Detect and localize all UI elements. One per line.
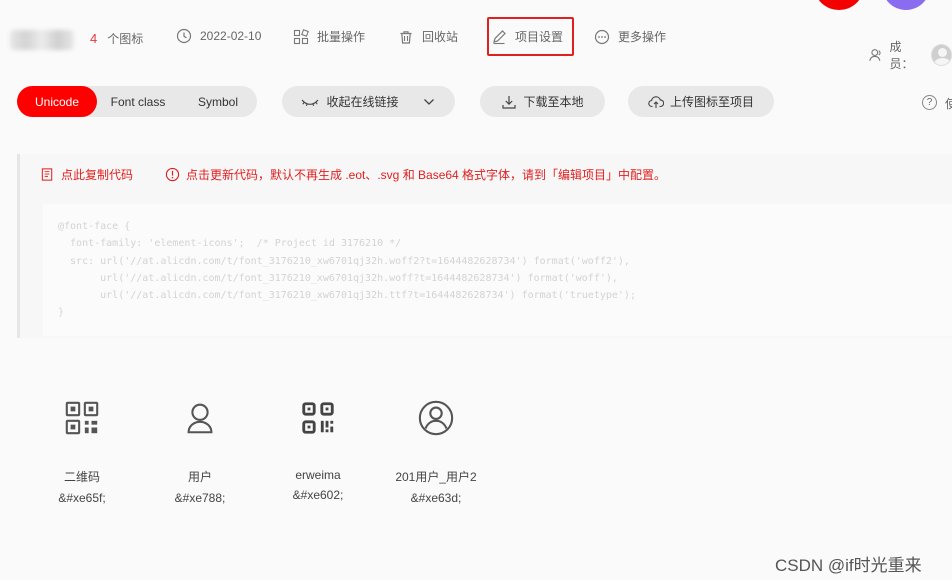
icon-item[interactable]: 二维码 &#xe65f;: [23, 398, 141, 505]
copy-code-label: 点此复制代码: [61, 168, 134, 182]
update-code-label: 点击更新代码，默认不再生成 .eot、.svg 和 Base64 格式字体，请到…: [186, 168, 667, 182]
icon-count-label: 个图标: [107, 32, 144, 46]
icon-item[interactable]: 用户 &#xe788;: [141, 398, 259, 505]
more-dots-icon: [594, 29, 610, 44]
font-face-code-block[interactable]: @font-face { font-family: 'element-icons…: [43, 204, 952, 336]
icon-code: &#xe602;: [292, 488, 344, 502]
member-avatar[interactable]: [930, 44, 952, 66]
iconfont-project-page: 4 个图标 2022-02-10 批量操作 回收站 项目设置 更多操作 成员： …: [0, 0, 952, 580]
code-line: src: url('//at.alicdn.com/t/font_3176210…: [58, 255, 630, 267]
icon-name: 用户: [187, 470, 212, 484]
code-line: url('//at.alicdn.com/t/font_3176210_xw67…: [58, 272, 618, 284]
icon-count: 4 个图标: [90, 30, 143, 47]
icon-count-number: 4: [90, 31, 98, 46]
batch-operation-button[interactable]: 批量操作: [293, 28, 365, 45]
qrcode-icon: [62, 398, 102, 438]
tab-font-class[interactable]: Font class: [97, 86, 179, 117]
copy-document-icon: [41, 168, 53, 181]
collapse-online-link-button[interactable]: 收起在线链接: [282, 86, 455, 117]
icon-name: 201用户_用户2: [395, 470, 477, 484]
user-icon: [180, 398, 220, 438]
members-label: 成员：: [889, 40, 914, 71]
created-date-text: 2022-02-10: [200, 29, 262, 43]
update-code-link[interactable]: 点击更新代码，默认不再生成 .eot、.svg 和 Base64 格式字体，请到…: [165, 166, 666, 183]
code-line: font-family: 'element-icons'; /* Project…: [58, 238, 402, 250]
cloud-upload-icon: [648, 95, 664, 108]
batch-operation-label: 批量操作: [317, 30, 366, 44]
code-line: @font-face {: [58, 221, 131, 232]
upload-icons-label: 上传图标至项目: [669, 95, 754, 109]
more-operations-label: 更多操作: [618, 30, 667, 44]
upload-icons-button[interactable]: 上传图标至项目: [628, 86, 774, 117]
members[interactable]: 成员：: [868, 38, 952, 72]
collapse-online-link-label: 收起在线链接: [326, 95, 399, 109]
avatar-purple[interactable]: [882, 0, 930, 10]
project-name-blurred: [10, 30, 74, 50]
more-operations-button[interactable]: 更多操作: [594, 28, 666, 45]
tab-symbol[interactable]: Symbol: [179, 86, 257, 117]
help-icon[interactable]: ?: [922, 95, 937, 110]
user-circle-icon: [416, 398, 456, 438]
alert-circle-icon: [165, 167, 180, 182]
trash-icon: [400, 30, 412, 44]
icon-name: erweima: [295, 468, 341, 482]
icon-list: 二维码 &#xe65f; 用户 &#xe788; erweima &#xe602…: [23, 398, 495, 505]
eye-closed-icon: [302, 99, 319, 106]
icon-item[interactable]: erweima &#xe602;: [259, 398, 377, 505]
download-local-label: 下载至本地: [523, 95, 584, 109]
avatar-red[interactable]: [815, 0, 863, 10]
project-header: 4 个图标 2022-02-10 批量操作 回收站 项目设置 更多操作 成员：: [0, 0, 952, 72]
icon-code: &#xe63d;: [410, 491, 462, 505]
qrcode-alt-icon: [298, 398, 338, 438]
help-text-clipped[interactable]: 使: [945, 95, 952, 112]
download-local-button[interactable]: 下载至本地: [480, 86, 605, 117]
copy-code-link[interactable]: 点此复制代码: [40, 166, 133, 183]
online-link-panel: 点此复制代码 点击更新代码，默认不再生成 .eot、.svg 和 Base64 …: [17, 154, 952, 338]
chevron-down-icon: [423, 98, 434, 105]
grid-icon: [293, 28, 309, 44]
recycle-bin-label: 回收站: [422, 30, 459, 44]
csdn-watermark: CSDN @if时光重来: [775, 556, 922, 575]
code-line: url('//at.alicdn.com/t/font_3176210_xw67…: [58, 290, 636, 302]
download-icon: [502, 95, 517, 109]
project-settings-highlight-box: [487, 17, 574, 56]
members-icon: [869, 49, 881, 61]
created-date: 2022-02-10: [176, 28, 261, 44]
icon-code: &#xe65f;: [58, 491, 106, 505]
clock-icon: [176, 28, 192, 44]
icon-item[interactable]: 201用户_用户2 &#xe63d;: [377, 398, 495, 505]
code-line: }: [58, 307, 65, 319]
tab-unicode[interactable]: Unicode: [17, 86, 97, 117]
recycle-bin-button[interactable]: 回收站: [398, 28, 458, 45]
font-type-switch: Unicode Font class Symbol: [17, 86, 257, 117]
icon-code: &#xe788;: [174, 491, 226, 505]
icon-name: 二维码: [63, 470, 100, 484]
